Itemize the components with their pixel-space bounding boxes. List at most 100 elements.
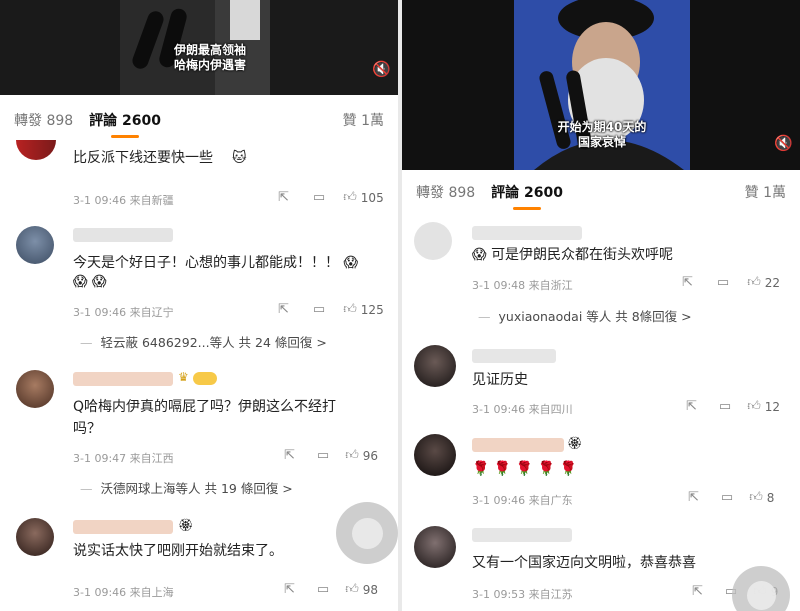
replies-text: 轻云蔽 6486292...等人 共 24 條回復 > <box>100 335 327 350</box>
share-icon[interactable]: ⇱ <box>278 302 289 317</box>
like-count: 125 <box>360 302 384 317</box>
tab-repost[interactable]: 轉發 898 <box>416 182 475 202</box>
list-item: 今天是个好日子！心想的事儿都能成！！！ 😱 😱 😱 3-1 09:46 来自辽宁… <box>0 222 398 352</box>
share-icon[interactable]: ⇱ <box>682 275 693 290</box>
comment-actions: ⇱ ▭ 👍︎ 125 <box>278 302 384 317</box>
video-letterbox <box>402 0 514 170</box>
comment-location: 来自上海 <box>129 586 174 599</box>
comment-actions: ⇱ ▭ 👍︎ 22 <box>682 275 780 290</box>
like-count: 8 <box>766 490 775 505</box>
avatar[interactable] <box>16 140 56 160</box>
share-icon[interactable]: ⇱ <box>686 399 697 414</box>
floating-action-button[interactable] <box>336 502 398 564</box>
list-item: ♛ Q哈梅内伊真的嗝屁了吗？伊朗这么不经打 吗？ 3-1 09:47 来自江西 … <box>0 366 398 496</box>
comment-text: Q哈梅内伊真的嗝屁了吗？伊朗这么不经打 吗？ <box>73 396 383 440</box>
tab-likes[interactable]: 贊 1萬 <box>745 182 786 202</box>
like-count: 105 <box>360 190 384 205</box>
vip-crown-icon: ♛ <box>178 370 189 384</box>
avatar[interactable] <box>16 370 54 408</box>
comment-meta: 3-1 09:46 来自新疆 <box>73 192 174 208</box>
tab-comments[interactable]: 評論 2600 <box>491 182 563 210</box>
avatar[interactable] <box>16 226 54 264</box>
video-player[interactable]: 伊朗最高领袖 哈梅内伊遇害 🔇 <box>0 0 398 95</box>
comment-actions: ⇱ ▭ 👍︎ 12 <box>686 399 780 414</box>
comment-icon[interactable]: ▭ <box>719 399 731 414</box>
share-icon[interactable]: ⇱ <box>284 582 295 597</box>
thumbs-up-icon[interactable]: 👍︎ <box>345 582 359 597</box>
comment-text-content: 可是伊朗民众都在街头欢呼呢 <box>491 247 674 263</box>
comment-icon[interactable]: ▭ <box>717 275 729 290</box>
list-item: 😱 可是伊朗民众都在街头欢呼呢 3-1 09:48 来自浙江 ⇱ ▭ 👍︎ 22… <box>402 222 800 332</box>
username-blurred[interactable] <box>472 226 582 240</box>
username-blurred[interactable] <box>472 528 572 542</box>
username-blurred[interactable] <box>73 520 173 534</box>
avatar[interactable] <box>414 345 456 387</box>
comment-tabs: 轉發 898 評論 2600 贊 1萬 <box>0 102 398 138</box>
comment-location: 来自新疆 <box>129 194 174 207</box>
comment-meta: 3-1 09:46 来自四川 <box>472 401 573 417</box>
speaker-mute-icon[interactable]: 🔇 <box>774 134 793 152</box>
replies-link[interactable]: — 沃德网球上海等人 共 19 條回復 > <box>80 478 293 497</box>
comment-location: 来自江西 <box>129 452 174 465</box>
thumbs-up-icon[interactable]: 👍︎ <box>345 448 359 463</box>
share-icon[interactable]: ⇱ <box>278 190 289 205</box>
avatar[interactable] <box>414 222 452 260</box>
username-blurred[interactable] <box>73 372 173 386</box>
comment-actions: ⇱ ▭ 👍︎ 105 <box>278 190 384 205</box>
shocked-emoji-icon: 😱 😱 <box>73 274 107 290</box>
caption-line: 伊朗最高领袖 <box>173 43 246 57</box>
comment-time: 3-1 09:47 <box>73 452 127 465</box>
comment-time: 3-1 09:46 <box>73 306 127 319</box>
tab-repost[interactable]: 轉發 898 <box>14 110 73 130</box>
comment-location: 来自广东 <box>528 494 573 507</box>
shocked-emoji-icon: 😱 <box>472 247 487 263</box>
video-player[interactable]: 开始为期40天的 国家哀悼 🔇 <box>402 0 800 170</box>
tab-likes[interactable]: 贊 1萬 <box>343 110 384 130</box>
thumbs-up-icon[interactable]: 👍︎ <box>747 399 761 414</box>
level-badge <box>193 372 217 385</box>
comment-meta: 3-1 09:46 来自上海 <box>73 584 174 600</box>
avatar[interactable] <box>414 434 456 476</box>
comment-time: 3-1 09:46 <box>73 194 127 207</box>
caption-line: 国家哀悼 <box>577 135 626 149</box>
username-blurred[interactable] <box>472 438 564 452</box>
comment-icon[interactable]: ▭ <box>721 490 733 505</box>
share-icon[interactable]: ⇱ <box>692 584 703 599</box>
comment-meta: 3-1 09:46 来自辽宁 <box>73 304 174 320</box>
comment-time: 3-1 09:46 <box>73 586 127 599</box>
speaker-mute-icon[interactable]: 🔇 <box>372 60 391 78</box>
username-blurred[interactable] <box>73 228 173 242</box>
hello-kitty-sticker-icon: 🐱 <box>232 150 247 166</box>
comment-text: 说实话太快了吧刚开始就结束了。 <box>73 543 283 559</box>
comment-actions: ⇱ ▭ 👍︎ 8 <box>688 490 774 505</box>
thumbs-up-icon[interactable]: 👍︎ <box>747 275 761 290</box>
thumbs-up-icon[interactable]: 👍︎ <box>343 190 357 205</box>
avatar[interactable] <box>414 526 456 568</box>
comment-meta: 3-1 09:53 来自江苏 <box>472 586 573 602</box>
thumbs-up-icon[interactable]: 👍︎ <box>749 490 763 505</box>
video-caption: 伊朗最高领袖 哈梅内伊遇害 <box>150 43 270 73</box>
tab-comments[interactable]: 評論 2600 <box>89 110 161 138</box>
comment-location: 来自四川 <box>528 403 573 416</box>
comment-text: 今天是个好日子！心想的事儿都能成！！！ 😱 <box>73 255 359 271</box>
thumbs-up-icon[interactable]: 👍︎ <box>343 302 357 317</box>
comment-icon[interactable]: ▭ <box>313 190 325 205</box>
video-caption: 开始为期40天的 国家哀悼 <box>542 120 662 150</box>
comment-text: 见证历史 <box>472 372 528 388</box>
avatar[interactable] <box>16 518 54 556</box>
comment-text: 😱 可是伊朗民众都在街头欢呼呢 <box>472 244 673 266</box>
caption-line: 哈梅内伊遇害 <box>173 58 246 72</box>
username-blurred[interactable] <box>472 349 556 363</box>
comment-icon[interactable]: ▭ <box>317 582 329 597</box>
replies-link[interactable]: — 轻云蔽 6486292...等人 共 24 條回復 > <box>80 332 327 351</box>
comment-location: 来自辽宁 <box>129 306 174 319</box>
replies-link[interactable]: — yuxiaonaodai 等人 共 8條回復 > <box>478 306 692 325</box>
comment-text-line: Q哈梅内伊真的嗝屁了吗？伊朗这么不经打 <box>73 399 337 415</box>
comment-icon[interactable]: ▭ <box>313 302 325 317</box>
share-icon[interactable]: ⇱ <box>284 448 295 463</box>
comment-meta: 3-1 09:46 来自广东 <box>472 492 573 508</box>
comment-text-line: 吗？ <box>73 421 101 437</box>
right-screenshot: 开始为期40天的 国家哀悼 🔇 轉發 898 評論 2600 贊 1萬 😱 可是… <box>402 0 800 611</box>
share-icon[interactable]: ⇱ <box>688 490 699 505</box>
comment-icon[interactable]: ▭ <box>317 448 329 463</box>
